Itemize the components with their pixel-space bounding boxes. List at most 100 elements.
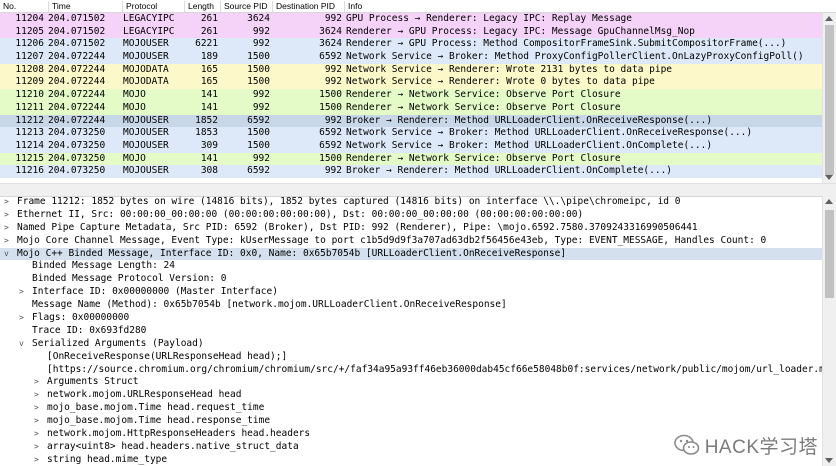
scroll-up-arrow-icon[interactable]: [825, 199, 833, 204]
cell-time: 204.071502: [48, 25, 106, 37]
cell-info: Renderer → Network Service: Observe Port…: [346, 101, 621, 113]
cell-length: 1853: [195, 127, 218, 139]
packet-list-scrollbar[interactable]: [822, 13, 836, 183]
column-header-info[interactable]: Info: [344, 1, 822, 12]
cell-dst: 6592: [319, 139, 342, 151]
collapsed-chevron-icon[interactable]: >: [4, 196, 9, 209]
wechat-logo-icon: [673, 434, 700, 455]
scrollbar-thumb[interactable]: [825, 25, 834, 175]
tree-item-selected[interactable]: v Mojo C++ Binded Message, Interface ID: …: [0, 247, 822, 261]
cell-time: 204.072244: [48, 89, 106, 101]
collapsed-chevron-icon[interactable]: >: [4, 209, 9, 222]
tree-item-label: Message Name (Method): 0x65b7054b [netwo…: [32, 299, 507, 311]
packet-details-pane[interactable]: > Frame 11212: 1852 bytes on wire (14816 …: [0, 196, 822, 466]
details-scrollbar[interactable]: [822, 196, 836, 466]
table-row[interactable]: 11205 204.071502 LEGACYIPC 261 992 3624 Render…: [0, 25, 822, 39]
tree-item-label: Binded Message Protocol Version: 0: [32, 273, 227, 285]
scrollbar-thumb[interactable]: [825, 210, 834, 298]
cell-time: 204.073250: [48, 139, 106, 151]
tree-item[interactable]: > Arguments Struct: [0, 376, 822, 389]
tree-item[interactable]: Binded Message Length: 24: [0, 260, 822, 273]
tree-item[interactable]: > Flags: 0x00000000: [0, 312, 822, 325]
cell-no: 11209: [15, 76, 44, 88]
tree-item-label: Arguments Struct: [47, 376, 139, 388]
tree-item[interactable]: > Named Pipe Capture Metadata, Src PID: 6…: [0, 222, 822, 235]
table-row[interactable]: 11211 204.072244 MOJO 141 992 1500 Renderer → …: [0, 101, 822, 115]
tree-item[interactable]: > network.mojom.URLResponseHead head: [0, 389, 822, 402]
table-row[interactable]: 11216 204.073250 MOJOUSER 308 6592 992 Broker …: [0, 165, 822, 178]
tree-item[interactable]: Message Name (Method): 0x65b7054b [netwo…: [0, 299, 822, 312]
expanded-chevron-icon[interactable]: v: [4, 248, 9, 261]
cell-dst: 992: [324, 114, 342, 126]
tree-item[interactable]: [https://source.chromium.org/chromium/ch…: [0, 364, 822, 377]
tree-item-label: array<uint8> head.headers.native_struct_…: [47, 440, 299, 452]
collapsed-chevron-icon[interactable]: >: [34, 389, 39, 402]
column-header-time[interactable]: Time: [48, 1, 122, 12]
table-row[interactable]: 11213 204.073250 MOJOUSER 1853 1500 6592 Netwo…: [0, 127, 822, 140]
cell-length: 261: [200, 25, 218, 37]
cell-info: Network Service → Renderer: Wrote 0 byte…: [346, 76, 655, 88]
cell-no: 11210: [15, 89, 44, 101]
collapsed-chevron-icon[interactable]: >: [4, 222, 9, 235]
column-header-no[interactable]: No.: [0, 1, 48, 12]
scroll-up-arrow-icon[interactable]: [825, 16, 833, 21]
tree-item-label: Interface ID: 0x00000000 (Master Interfa…: [32, 286, 278, 298]
cell-time: 204.072244: [48, 76, 106, 88]
cell-protocol: MOJO: [123, 89, 146, 101]
cell-protocol: MOJOUSER: [123, 114, 169, 126]
collapsed-chevron-icon[interactable]: >: [34, 428, 39, 441]
table-row[interactable]: 11215 204.073250 MOJO 141 992 1500 Renderer → …: [0, 152, 822, 166]
scroll-down-arrow-icon[interactable]: [825, 175, 833, 180]
cell-src: 992: [252, 152, 270, 164]
tree-item-label: Mojo C++ Binded Message, Interface ID: 0…: [17, 247, 567, 259]
column-header-protocol[interactable]: Protocol: [122, 1, 184, 12]
cell-length: 165: [200, 76, 218, 88]
tree-item-label: mojo_base.mojom.Time head.request_time: [47, 402, 265, 414]
tree-item[interactable]: > Frame 11212: 1852 bytes on wire (14816 …: [0, 196, 822, 209]
collapsed-chevron-icon[interactable]: >: [34, 415, 39, 428]
cell-length: 1852: [195, 114, 218, 126]
column-header-length[interactable]: Length: [184, 1, 220, 12]
packet-list-pane[interactable]: No. Time Protocol Length Source PID Dest…: [0, 0, 836, 183]
collapsed-chevron-icon[interactable]: >: [4, 235, 9, 248]
cell-protocol: MOJO: [123, 101, 146, 113]
cell-no: 11213: [15, 127, 44, 139]
table-row[interactable]: 11209 204.072244 MOJODATA 165 1500 992 Network…: [0, 76, 822, 90]
collapsed-chevron-icon[interactable]: >: [34, 454, 39, 466]
tree-item[interactable]: > Interface ID: 0x00000000 (Master Interf…: [0, 286, 822, 299]
table-row[interactable]: 11207 204.072244 MOJOUSER 189 1500 6592 Networ…: [0, 51, 822, 64]
cell-time: 204.072244: [48, 51, 106, 63]
collapsed-chevron-icon[interactable]: >: [19, 286, 24, 299]
cell-protocol: MOJOUSER: [123, 165, 169, 177]
tree-item[interactable]: > Mojo Core Channel Message, Event Type: …: [0, 235, 822, 248]
cell-protocol: MOJO: [123, 152, 146, 164]
pane-splitter[interactable]: [0, 183, 836, 197]
cell-protocol: MOJOUSER: [123, 139, 169, 151]
table-row[interactable]: 11204 204.071502 LEGACYIPC 261 3624 992 GPU Pr…: [0, 13, 822, 26]
tree-item[interactable]: v Serialized Arguments (Payload): [0, 338, 822, 351]
table-row[interactable]: 11206 204.071502 MOJOUSER 6221 992 3624 Render…: [0, 38, 822, 52]
cell-info: Broker → Renderer: Method URLLoaderClien…: [346, 114, 713, 126]
tree-item[interactable]: Trace ID: 0x693fd280: [0, 325, 822, 338]
collapsed-chevron-icon[interactable]: >: [34, 402, 39, 415]
tree-item[interactable]: > mojo_base.mojom.Time head.request_time: [0, 402, 822, 415]
table-row[interactable]: 11210 204.072244 MOJO 141 992 1500 Renderer → …: [0, 89, 822, 102]
tree-item[interactable]: > mojo_base.mojom.Time head.response_time: [0, 415, 822, 428]
tree-item-label: Named Pipe Capture Metadata, Src PID: 65…: [17, 221, 698, 233]
collapsed-chevron-icon[interactable]: >: [34, 441, 39, 454]
expanded-chevron-icon[interactable]: v: [19, 338, 24, 351]
scroll-down-arrow-icon[interactable]: [825, 458, 833, 463]
cell-protocol: MOJODATA: [123, 76, 169, 88]
table-row-selected[interactable]: 11212 204.072244 MOJOUSER 1852 6592 992 Broker…: [0, 114, 822, 128]
column-header-destination-pid[interactable]: Destination PID: [272, 1, 344, 12]
cell-length: 189: [200, 51, 218, 63]
tree-item[interactable]: Binded Message Protocol Version: 0: [0, 273, 822, 286]
column-header-source-pid[interactable]: Source PID: [220, 1, 272, 12]
cell-info: Network Service → Broker: Method URLLoad…: [346, 127, 753, 139]
table-row[interactable]: 11214 204.073250 MOJOUSER 309 1500 6592 Networ…: [0, 139, 822, 153]
collapsed-chevron-icon[interactable]: >: [34, 376, 39, 389]
table-row[interactable]: 11208 204.072244 MOJODATA 165 1500 992 Network…: [0, 63, 822, 77]
tree-item[interactable]: > Ethernet II, Src: 00:00:00_00:00:00 (00…: [0, 209, 822, 222]
collapsed-chevron-icon[interactable]: >: [19, 312, 24, 325]
tree-item[interactable]: [OnReceiveResponse(URLResponseHead head)…: [0, 351, 822, 364]
